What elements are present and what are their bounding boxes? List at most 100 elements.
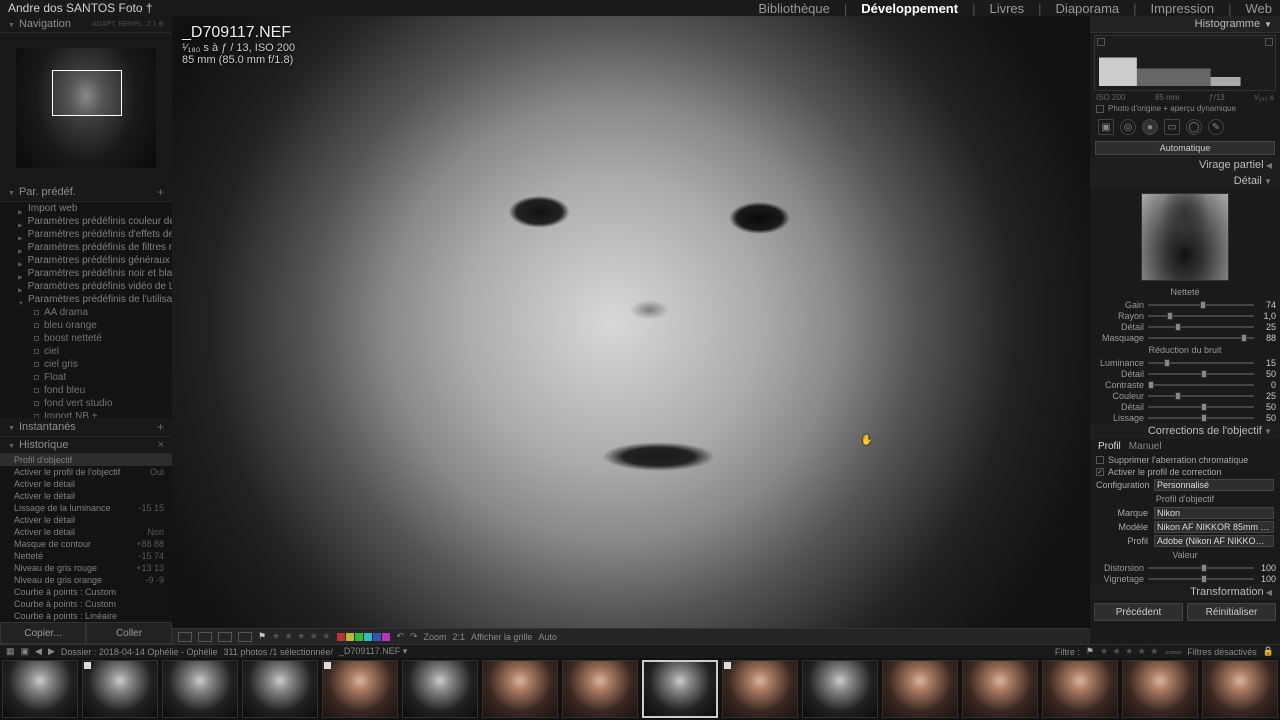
filmstrip-thumb[interactable] [962, 660, 1038, 718]
histogram-header[interactable]: Histogramme▼ [1090, 16, 1280, 33]
presets-header[interactable]: Par. prédéf. + [0, 183, 172, 202]
history-step[interactable]: Courbe à points : Custom [0, 598, 172, 610]
split-toning-header[interactable]: Virage partiel [1090, 157, 1280, 173]
transform-header[interactable]: Transformation [1090, 584, 1280, 600]
filmstrip-thumb[interactable] [322, 660, 398, 718]
preset-item[interactable]: fond bleu [0, 384, 172, 397]
history-step[interactable]: Activer le détail [0, 478, 172, 490]
lens-vig-slider[interactable]: Vignetage100 [1090, 573, 1280, 584]
detail-preview[interactable] [1141, 193, 1229, 281]
filmstrip-thumb[interactable] [162, 660, 238, 718]
filmstrip-thumb[interactable] [402, 660, 478, 718]
filter-lock-icon[interactable]: 🔒 [1263, 646, 1274, 657]
view-mode-before[interactable] [218, 632, 232, 642]
brand-select[interactable]: Nikon [1154, 507, 1274, 519]
brush-tool-icon[interactable]: ✎ [1208, 119, 1224, 135]
filter-status[interactable]: Filtres désactivés [1187, 647, 1257, 657]
sharpen-rayon-slider[interactable]: Rayon1,0 [1090, 310, 1280, 321]
navigator-preview[interactable] [0, 33, 172, 183]
filmstrip-thumb[interactable] [562, 660, 638, 718]
module-diaporama[interactable]: Diaporama [1056, 1, 1120, 16]
folder-path[interactable]: Dossier : 2018-04-14 Ophélie - Ophélie [61, 647, 218, 657]
filmstrip-thumb[interactable] [882, 660, 958, 718]
preset-folder[interactable]: Paramètres prédéfinis d'effets de Lightr… [0, 228, 172, 241]
preset-item[interactable]: ciel gris [0, 358, 172, 371]
rotate-right-icon[interactable]: ↷ [410, 631, 418, 642]
histogram-plot[interactable] [1094, 35, 1276, 91]
history-step[interactable]: Activer le profil de l'objectifOui [0, 466, 172, 478]
preset-folder[interactable]: Paramètres prédéfinis vidéo de Lightroom [0, 280, 172, 293]
image-canvas[interactable]: _D709117.NEF ¹⁄₁₈₀ s à ƒ / 13, ISO 200 8… [172, 16, 1090, 628]
current-file[interactable]: _D709117.NEF ▾ [339, 646, 407, 657]
lens-corrections-header[interactable]: Corrections de l'objectif [1090, 423, 1280, 439]
preset-item[interactable]: ciel [0, 345, 172, 358]
history-header[interactable]: Historique × [0, 437, 172, 454]
history-step[interactable]: Activer le détail [0, 514, 172, 526]
preset-folder[interactable]: Paramètres prédéfinis noir et blanc de L… [0, 267, 172, 280]
view-mode-grid[interactable] [238, 632, 252, 642]
preset-folder[interactable]: Paramètres prédéfinis de filtres noir et… [0, 241, 172, 254]
model-select[interactable]: Nikon AF NIKKOR 85mm f/1.8D [1154, 521, 1274, 533]
add-preset-icon[interactable]: + [157, 185, 164, 199]
filmstrip-thumb[interactable] [1042, 660, 1118, 718]
filmstrip-thumb[interactable] [2, 660, 78, 718]
preset-item[interactable]: Import NB + [0, 410, 172, 418]
history-step[interactable]: Lissage de la luminance-15 15 [0, 502, 172, 514]
module-développement[interactable]: Développement [861, 1, 958, 16]
preset-item[interactable]: Float [0, 371, 172, 384]
redeye-tool-icon[interactable]: ● [1142, 119, 1158, 135]
filmstrip-thumb[interactable] [482, 660, 558, 718]
filmstrip-thumb[interactable] [1122, 660, 1198, 718]
sharpen-gain-slider[interactable]: Gain74 [1090, 299, 1280, 310]
detail-header[interactable]: Détail [1090, 173, 1280, 189]
module-impression[interactable]: Impression [1151, 1, 1215, 16]
filmstrip-thumb[interactable] [242, 660, 318, 718]
filmstrip-thumb[interactable] [722, 660, 798, 718]
module-bibliothèque[interactable]: Bibliothèque [758, 1, 830, 16]
noise-con-slider[interactable]: Contraste0 [1090, 379, 1280, 390]
rating-stars[interactable]: ★ ★ ★ ★ ★ [272, 631, 331, 642]
noise-det-slider[interactable]: Détail50 [1090, 368, 1280, 379]
profile-select[interactable]: Adobe (Nikon AF NIKKOR 85m... [1154, 535, 1274, 547]
reset-button[interactable]: Réinitialiser [1187, 603, 1276, 621]
history-step[interactable]: Netteté-15 74 [0, 550, 172, 562]
navigation-header[interactable]: Navigation ADAPT. REMPL. 2:1 ⊕ [0, 16, 172, 33]
enable-profile-checkbox[interactable]: ✓ [1096, 468, 1104, 476]
preset-folder[interactable]: Paramètres prédéfinis généraux de Lightr… [0, 254, 172, 267]
preset-folder[interactable]: Paramètres prédéfinis couleur de Lightro… [0, 215, 172, 228]
copy-button[interactable]: Copier... [0, 622, 86, 644]
history-step[interactable]: Masque de contour+88 88 [0, 538, 172, 550]
filmstrip-thumb[interactable] [642, 660, 718, 718]
preview-mode[interactable]: Photo d'origine + aperçu dynamique [1090, 102, 1280, 115]
noise-lis-slider[interactable]: Lissage50 [1090, 412, 1280, 423]
history-step[interactable]: Activer le détailNon [0, 526, 172, 538]
nav-prev-icon[interactable]: ◀ [35, 646, 42, 657]
rotate-left-icon[interactable]: ↶ [396, 631, 404, 642]
clear-history-icon[interactable]: × [158, 439, 164, 451]
preset-item[interactable]: fond vert studio [0, 397, 172, 410]
color-labels[interactable] [337, 633, 390, 641]
tab-manual[interactable]: Manuel [1129, 441, 1162, 452]
filmstrip[interactable] [0, 658, 1280, 720]
preset-folder[interactable]: Paramètres prédéfinis de l'utilisateur [0, 293, 172, 306]
noise-d2-slider[interactable]: Détail50 [1090, 401, 1280, 412]
second-window-icon[interactable]: ▣ [21, 646, 30, 657]
preset-item[interactable]: AA drama [0, 306, 172, 319]
grad-tool-icon[interactable]: ▭ [1164, 119, 1180, 135]
history-step[interactable]: Activer le détail [0, 490, 172, 502]
radial-tool-icon[interactable]: ◯ [1186, 119, 1202, 135]
view-mode-loupe[interactable] [178, 632, 192, 642]
filmstrip-thumb[interactable] [82, 660, 158, 718]
chrom-aberration-checkbox[interactable] [1096, 456, 1104, 464]
add-snapshot-icon[interactable]: + [157, 420, 164, 434]
auto-button[interactable]: Automatique [1095, 141, 1276, 155]
color-filter[interactable]: ▫▫▫▫▫ [1165, 647, 1181, 657]
config-select[interactable]: Personnalisé [1154, 479, 1274, 491]
history-step[interactable]: Courbe à points : Custom [0, 586, 172, 598]
star-filter[interactable]: ★ ★ ★ ★ ★ [1100, 646, 1159, 657]
paste-button[interactable]: Coller [86, 622, 172, 644]
noise-col-slider[interactable]: Couleur25 [1090, 390, 1280, 401]
sharpen-mask-slider[interactable]: Masquage88 [1090, 332, 1280, 343]
history-step[interactable]: Niveau de gris rouge+13 13 [0, 562, 172, 574]
flag-filter-icon[interactable]: ⚑ [1086, 646, 1094, 657]
